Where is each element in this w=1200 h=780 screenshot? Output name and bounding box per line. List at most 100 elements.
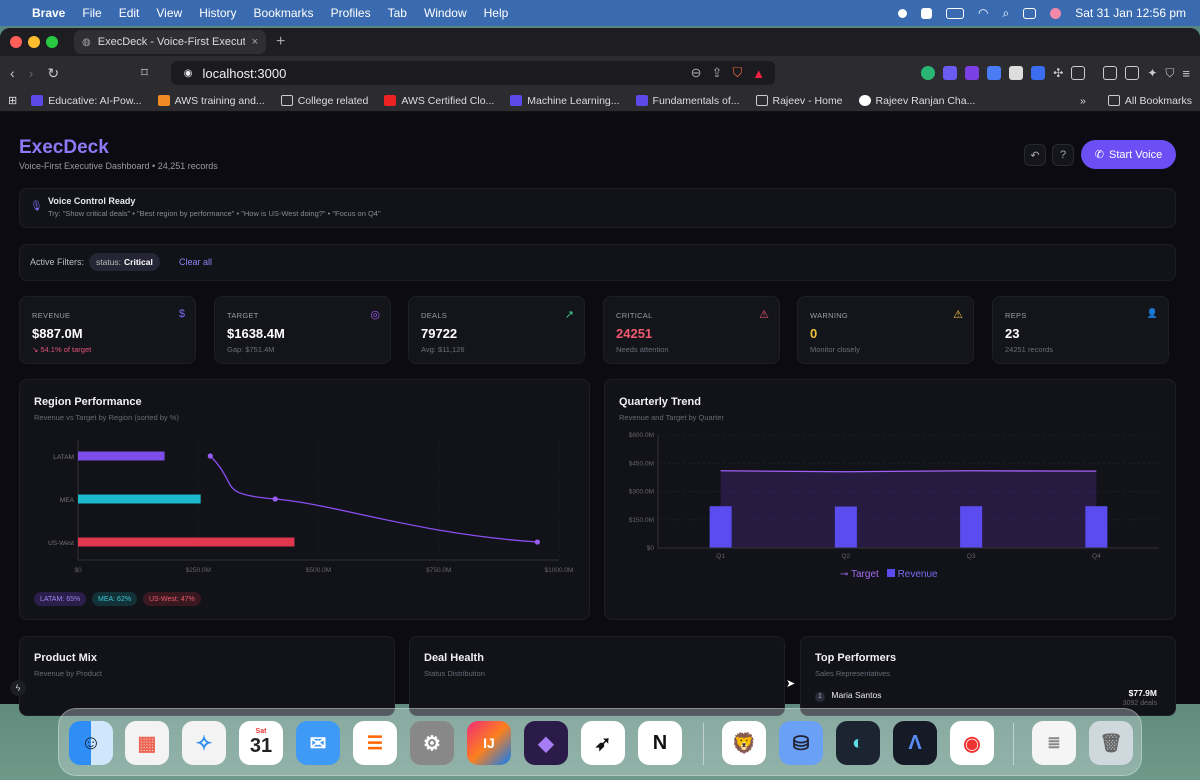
bookmark-item[interactable]: Rajeev Ranjan Cha... — [858, 95, 975, 107]
bookmark-item[interactable]: AWS Certified Clo... — [384, 95, 494, 107]
telegram-icon[interactable]: ➶ — [581, 721, 625, 765]
vpn-shield-icon[interactable]: ⛉ — [1165, 66, 1174, 81]
close-window-button[interactable] — [10, 36, 22, 48]
filter-chip-status[interactable]: status: Critical — [89, 253, 160, 271]
extension-white-icon[interactable] — [1009, 66, 1024, 80]
bookmark-favicon-icon — [510, 95, 523, 106]
leo-ai-icon[interactable]: ✦ — [1147, 66, 1157, 80]
menu-profiles[interactable]: Profiles — [331, 6, 371, 20]
menu-help[interactable]: Help — [484, 6, 509, 20]
clear-all-filters-link[interactable]: Clear all — [179, 257, 212, 267]
arc-app-icon[interactable]: Λ — [893, 721, 937, 765]
bookmark-folder[interactable]: College related — [280, 95, 368, 107]
spotlight-search-icon[interactable]: ⌕ — [1003, 6, 1010, 21]
app-status-icon[interactable] — [921, 7, 933, 19]
apps-grid-icon[interactable]: ⊞ — [8, 94, 17, 107]
extension-badge-icon[interactable] — [965, 66, 980, 80]
extensions-puzzle-icon[interactable]: ✣ — [1053, 66, 1063, 80]
chrome-icon[interactable]: ◉ — [950, 721, 994, 765]
screenshot-icon[interactable] — [1071, 66, 1086, 80]
record-status-icon[interactable] — [898, 8, 908, 18]
close-tab-icon[interactable]: × — [252, 36, 258, 48]
share-icon[interactable]: ⇪ — [712, 65, 723, 81]
brave-rewards-icon[interactable]: ▲ — [752, 66, 765, 81]
trash-icon[interactable]: 🗑 — [1089, 721, 1133, 765]
reminders-icon[interactable]: ☰ — [353, 721, 397, 765]
menu-app-name[interactable]: Brave — [32, 6, 65, 20]
minimize-window-button[interactable] — [28, 36, 40, 48]
menu-tab[interactable]: Tab — [388, 6, 407, 20]
undo-button[interactable]: ↶ — [1024, 144, 1046, 166]
url-text[interactable]: localhost:3000 — [202, 66, 680, 81]
assistant-bolt-icon[interactable]: ϟ — [10, 680, 26, 696]
bookmark-item[interactable]: AWS training and... — [157, 95, 265, 107]
site-info-icon[interactable]: ◉ — [184, 68, 193, 79]
menu-window[interactable]: Window — [424, 6, 467, 20]
mail-icon[interactable]: ✉ — [296, 721, 340, 765]
performer-row[interactable]: 1 Maria Santos $77.9M 3092 deals — [815, 688, 1161, 707]
kpi-card-deals[interactable]: DEALS 79722 Avg: $11,126 ↗ — [408, 296, 585, 364]
intellij-idea-icon[interactable]: IJ — [467, 721, 511, 765]
bookmark-item[interactable]: Fundamentals of... — [635, 95, 740, 107]
menu-edit[interactable]: Edit — [119, 6, 140, 20]
wallet-icon[interactable] — [1125, 66, 1140, 80]
user-avatar-icon[interactable] — [1050, 7, 1062, 19]
menu-view[interactable]: View — [156, 6, 182, 20]
brave-browser-icon[interactable]: 🦁 — [722, 721, 766, 765]
bookmark-favicon-icon — [755, 95, 768, 106]
bookmark-favicon-icon — [31, 95, 44, 106]
browser-menu-icon[interactable]: ≡ — [1182, 66, 1190, 81]
region-performance-chart[interactable]: $0 $250.0M $500.0M $750.0M $1000.0M LATAM MEA U… — [19, 430, 590, 580]
bookmark-item[interactable]: Educative: AI-Pow... — [31, 95, 142, 107]
kpi-card-revenue[interactable]: REVENUE $887.0M ↘ 54.1% of target $ — [19, 296, 196, 364]
documents-stack-icon[interactable]: ≣ — [1032, 721, 1076, 765]
brave-shields-icon[interactable]: ⛉ — [732, 65, 742, 81]
help-button[interactable]: ? — [1052, 144, 1074, 166]
safari-icon[interactable]: ✧ — [182, 721, 226, 765]
menu-file[interactable]: File — [82, 6, 101, 20]
bookmark-item[interactable]: Machine Learning... — [510, 95, 620, 107]
launchpad-icon[interactable]: ▦ — [125, 721, 169, 765]
extension-purple-icon[interactable] — [943, 66, 958, 80]
target-icon: ◎ — [370, 309, 380, 321]
reload-icon[interactable]: ↻ — [47, 65, 59, 82]
bookmark-page-icon[interactable]: ⌑ — [141, 65, 148, 81]
start-voice-button[interactable]: ✆ Start Voice — [1081, 140, 1176, 169]
microphone-icon: 🎙 — [30, 201, 43, 212]
notion-icon[interactable]: N — [638, 721, 682, 765]
battery-icon[interactable] — [946, 7, 965, 19]
address-bar[interactable]: ⌑ ◉ localhost:3000 ⊖ ⇪ ⛉ ▲ — [141, 61, 776, 85]
kpi-value: 24251 — [616, 326, 653, 341]
extension-green-icon[interactable] — [921, 66, 936, 80]
zoom-icon[interactable]: ⊖ — [691, 65, 702, 81]
obsidian-icon[interactable]: ◆ — [524, 721, 568, 765]
zoom-window-button[interactable] — [46, 36, 58, 48]
kpi-card-critical[interactable]: CRITICAL 24251 Needs attention ⚠ — [603, 296, 780, 364]
tab-execdeck[interactable]: ◍ ExecDeck - Voice-First Executi × — [74, 30, 266, 54]
system-settings-icon[interactable]: ⚙ — [410, 721, 454, 765]
control-center-icon[interactable] — [1023, 7, 1037, 19]
extension-gear-icon[interactable] — [987, 66, 1002, 80]
quarterly-trend-chart[interactable]: $0 $150.0M $300.0M $450.0M $600.0M Q1 Q2 Q3 Q4 — [604, 425, 1176, 565]
forward-icon[interactable]: › — [29, 65, 34, 81]
all-bookmarks-folder[interactable]: All Bookmarks — [1107, 95, 1192, 107]
kpi-card-warning[interactable]: WARNING 0 Monitor closely ⚠ — [797, 296, 974, 364]
sourcetree-icon[interactable]: ◐ — [836, 721, 880, 765]
bookmark-item[interactable]: Rajeev - Home — [755, 95, 843, 107]
menubar-clock[interactable]: Sat 31 Jan 12:56 pm — [1075, 6, 1186, 20]
wifi-icon[interactable]: ◠ — [978, 6, 988, 20]
kpi-card-reps[interactable]: REPS 23 24251 records 👤 — [992, 296, 1169, 364]
more-bookmarks-icon[interactable]: » — [1080, 95, 1086, 107]
legend-target[interactable]: ⊸ Target — [840, 569, 879, 580]
finder-icon[interactable]: ☺ — [69, 721, 113, 765]
extension-blue-icon[interactable] — [1031, 66, 1046, 80]
kpi-card-target[interactable]: TARGET $1638.4M Gap: $751.4M ◎ — [214, 296, 391, 364]
legend-revenue[interactable]: Revenue — [886, 569, 938, 580]
menu-history[interactable]: History — [199, 6, 236, 20]
new-tab-button[interactable]: + — [276, 33, 285, 51]
database-app-icon[interactable]: ⛁ — [779, 721, 823, 765]
menu-bookmarks[interactable]: Bookmarks — [254, 6, 314, 20]
back-icon[interactable]: ‹ — [10, 65, 15, 81]
calendar-icon[interactable]: Sat 31 — [239, 721, 283, 765]
sidebar-toggle-icon[interactable] — [1103, 66, 1118, 80]
